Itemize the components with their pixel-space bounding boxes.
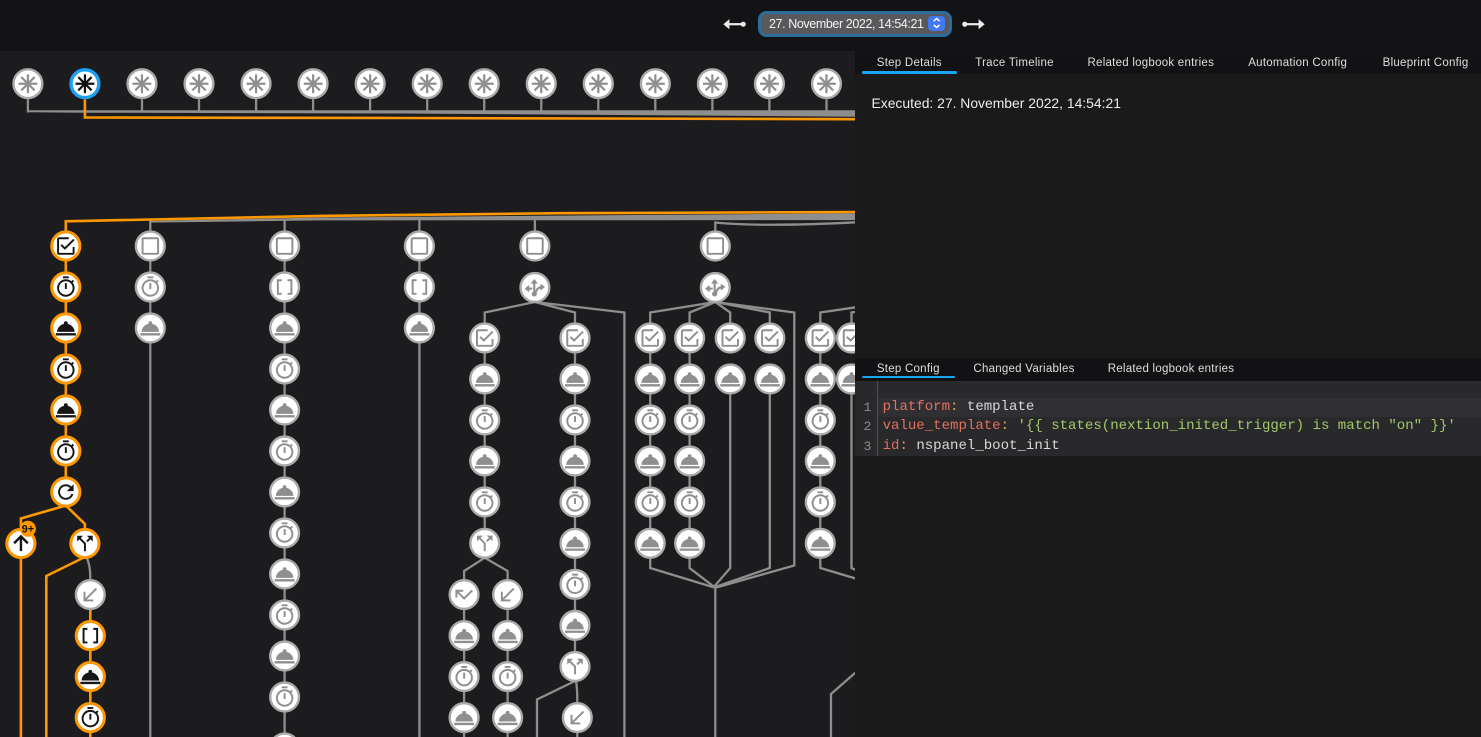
svg-text:9+: 9+ (22, 524, 34, 536)
